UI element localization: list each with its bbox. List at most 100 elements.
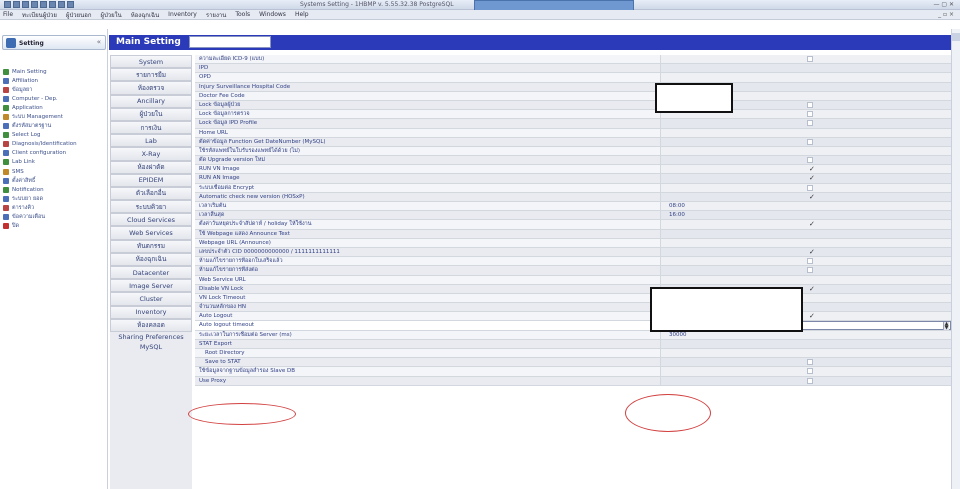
setting-row[interactable]: ใช้ Webpage แสดง Announce Text xyxy=(195,229,951,239)
menu-item[interactable]: Tools xyxy=(235,11,250,18)
setting-value-cell[interactable] xyxy=(661,238,951,247)
setting-row[interactable]: Webpage URL (Announce) xyxy=(195,238,951,248)
setting-row[interactable]: Home URL xyxy=(195,128,951,138)
setting-value-cell[interactable] xyxy=(661,275,951,284)
setting-value-cell[interactable] xyxy=(661,183,951,192)
setting-value-cell[interactable]: ✓ xyxy=(661,247,951,257)
setting-value-cell[interactable] xyxy=(661,156,951,165)
nav-item[interactable]: ข้อความเตือน xyxy=(3,213,107,222)
setting-row[interactable]: Automatic check new version (HOSxP) ✓ xyxy=(195,192,951,202)
nav-item[interactable]: Computer - Dep. xyxy=(3,94,107,103)
setting-row[interactable]: Lock ข้อมูลการตรวจ xyxy=(195,110,951,120)
category-tab[interactable]: EPIDEM xyxy=(110,173,192,187)
checkbox[interactable] xyxy=(807,184,813,191)
setting-row[interactable]: ห้ามแก้ไขรายการที่ส่งต่อ xyxy=(195,266,951,276)
checkmark-icon[interactable]: ✓ xyxy=(809,174,815,182)
setting-value-cell[interactable] xyxy=(661,376,951,385)
setting-row[interactable]: RUN AN Image ✓ xyxy=(195,174,951,184)
checkbox[interactable] xyxy=(807,359,813,366)
setting-row[interactable]: ตั้งค่าวันหยุดประจำสัปดาห์ / holiday ให้… xyxy=(195,220,951,230)
menu-item[interactable]: รายงาน xyxy=(206,10,227,20)
setting-row[interactable]: Doctor Fee Code xyxy=(195,91,951,101)
category-tab[interactable]: Sharing Preferences xyxy=(110,332,192,342)
setting-row[interactable]: ห้ามแก้ไขรายการที่ออกใบเสร็จแล้ว xyxy=(195,257,951,267)
header-search-input[interactable] xyxy=(189,36,271,48)
category-tab[interactable]: ผู้ป่วยใน xyxy=(110,107,192,121)
checkbox[interactable] xyxy=(807,120,813,127)
checkbox[interactable] xyxy=(807,56,813,62)
setting-row[interactable]: Use Proxy xyxy=(195,376,951,386)
setting-value-cell[interactable] xyxy=(661,64,951,73)
setting-row[interactable]: เลขประจำตัว CID 0000000000000 / 11111111… xyxy=(195,247,951,258)
strip-button[interactable] xyxy=(952,33,960,41)
nav-item[interactable]: Application xyxy=(3,103,107,112)
category-tab[interactable]: Web Services xyxy=(110,226,192,240)
nav-item[interactable]: ระบบ Management xyxy=(3,112,107,121)
nav-item[interactable]: Diagnosis/Identification xyxy=(3,140,107,149)
nav-item[interactable]: Affiliation xyxy=(3,76,107,85)
menu-item[interactable]: ทะเบียนผู้ป่วย xyxy=(22,10,57,20)
setting-row[interactable]: ตัด Upgrade version ใหม่ xyxy=(195,156,951,166)
setting-row[interactable]: RUN VN Image ✓ xyxy=(195,165,951,175)
window-controls[interactable]: — ▢ ✕ xyxy=(933,1,954,8)
menu-item[interactable]: File xyxy=(3,11,13,18)
nav-item[interactable]: ตั้งรหัสมาตรฐาน xyxy=(3,122,107,131)
checkmark-icon[interactable]: ✓ xyxy=(809,285,815,293)
setting-row[interactable]: Injury Surveillance Hospital Code xyxy=(195,82,951,92)
checkmark-icon[interactable]: ✓ xyxy=(809,165,815,173)
setting-row[interactable]: ความละเอียด ICD-9 (แบบ) xyxy=(195,55,951,65)
setting-value-cell[interactable] xyxy=(661,339,951,348)
chevron-icon[interactable]: « xyxy=(97,38,101,46)
setting-row[interactable]: ใช้รหัสแพทย์ในใบรับรองแพทย์ได้ด้วย (ไม่) xyxy=(195,146,951,157)
mdi-controls[interactable]: _ ▫ × xyxy=(938,11,954,18)
category-tab[interactable]: รายการยืม xyxy=(110,68,192,82)
setting-value-cell[interactable] xyxy=(661,146,951,156)
setting-value-cell[interactable]: ✓ xyxy=(661,192,951,201)
category-tab[interactable]: การเงิน xyxy=(110,120,192,135)
checkbox[interactable] xyxy=(807,368,813,375)
category-tab[interactable]: Image Server xyxy=(110,279,192,293)
toolbar-icon[interactable] xyxy=(67,1,74,8)
setting-row[interactable]: Save to STAT xyxy=(195,358,951,368)
category-tab[interactable]: ห้องคลอด xyxy=(110,318,192,332)
category-tab[interactable]: ห้องฉุกเฉิน xyxy=(110,252,192,266)
setting-row[interactable]: Root Directory xyxy=(195,349,951,359)
nav-item[interactable]: Select Log xyxy=(3,131,107,140)
category-tab[interactable]: Cloud Services xyxy=(110,213,192,227)
setting-value-cell[interactable] xyxy=(661,128,951,137)
toolbar-icon[interactable] xyxy=(58,1,65,8)
menu-item[interactable]: ผู้ป่วยใน xyxy=(100,10,121,20)
setting-row[interactable]: STAT Export xyxy=(195,339,951,349)
checkmark-icon[interactable]: ✓ xyxy=(809,193,815,201)
quick-access-toolbar[interactable] xyxy=(4,1,74,8)
category-tab[interactable]: Datacenter xyxy=(110,266,192,280)
checkbox[interactable] xyxy=(807,157,813,164)
toolbar-icon[interactable] xyxy=(31,1,38,8)
toolbar-icon[interactable] xyxy=(40,1,47,8)
setting-row[interactable]: Web Service URL xyxy=(195,275,951,285)
category-tab[interactable]: Lab xyxy=(110,134,192,148)
category-tab[interactable]: System xyxy=(110,55,192,69)
toolbar-icon[interactable] xyxy=(13,1,20,8)
setting-row[interactable]: เวลาเริ่มต้น 08:00 xyxy=(195,202,951,212)
nav-item[interactable]: Notification xyxy=(3,185,107,194)
setting-row[interactable]: จำนวนหลักของ HN9 xyxy=(195,303,951,313)
setting-row[interactable]: Lock ข้อมูลผู้ป่วย xyxy=(195,100,951,111)
category-tab[interactable]: Ancillary xyxy=(110,94,192,108)
setting-row[interactable]: Disable VN Lock ✓ xyxy=(195,284,951,294)
checkbox[interactable] xyxy=(807,101,813,108)
menu-item[interactable]: Windows xyxy=(259,11,286,18)
category-tab[interactable]: MySQL xyxy=(110,342,192,352)
setting-row[interactable]: ระบบเชื่อมต่อ Encrypt xyxy=(195,183,951,193)
category-tab[interactable]: ห้องผ่าตัด xyxy=(110,160,192,174)
checkmark-icon[interactable]: ✓ xyxy=(809,312,815,320)
checkmark-icon[interactable]: ✓ xyxy=(809,220,815,228)
toolbar-icon[interactable] xyxy=(4,1,11,8)
setting-value-cell[interactable] xyxy=(661,266,951,275)
menu-item[interactable]: ผู้ป่วยนอก xyxy=(66,10,92,20)
nav-item[interactable]: Main Setting xyxy=(3,67,107,76)
setting-value-cell[interactable] xyxy=(661,358,951,367)
setting-row[interactable]: เวลาสิ้นสุด 16:00 xyxy=(195,211,951,221)
checkbox[interactable] xyxy=(807,138,813,145)
setting-value-cell[interactable]: ✓ xyxy=(661,165,951,174)
